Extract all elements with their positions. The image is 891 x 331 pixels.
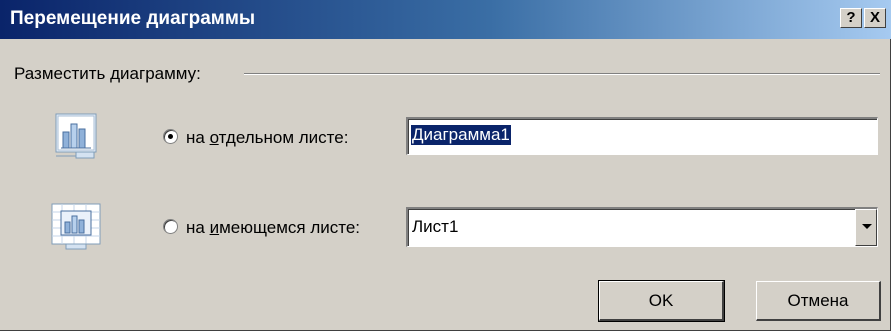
help-button[interactable]: ?	[840, 8, 862, 28]
chart-sheet-icon	[50, 112, 104, 160]
group-divider	[244, 73, 880, 75]
radio-separate-sheet[interactable]: на отдельном листе:	[163, 128, 348, 148]
group-label: Разместить диаграмму:	[14, 64, 201, 83]
radio-existing-sheet[interactable]: на имеющемся листе:	[163, 218, 360, 238]
option-access-key: и	[209, 218, 220, 237]
window-title: Перемещение диаграммы	[10, 8, 256, 29]
option-label-rest: тдельном листе:	[218, 128, 349, 147]
option-label-prefix: на	[186, 128, 210, 147]
option-access-key: о	[209, 128, 219, 147]
close-button[interactable]: X	[864, 8, 886, 28]
new-sheet-name-value: Диаграмма1	[411, 125, 511, 145]
embedded-chart-icon	[50, 202, 104, 250]
title-bar[interactable]: Перемещение диаграммы ? X	[0, 0, 891, 39]
existing-sheet-value: Лист1	[412, 217, 459, 236]
cancel-button[interactable]: Отмена	[756, 281, 881, 321]
ok-button[interactable]: OK	[598, 280, 725, 322]
new-sheet-name-input[interactable]: Диаграмма1	[406, 117, 878, 155]
option-label-rest: меющемся листе:	[219, 218, 361, 237]
radio-button-checked[interactable]	[163, 129, 178, 144]
option-label-prefix: на	[186, 218, 210, 237]
existing-sheet-select[interactable]: Лист1	[406, 207, 878, 247]
chevron-down-icon[interactable]	[855, 209, 877, 246]
move-chart-dialog: Перемещение диаграммы ? X Разместить диа…	[0, 0, 891, 331]
radio-button-unchecked[interactable]	[163, 219, 178, 234]
